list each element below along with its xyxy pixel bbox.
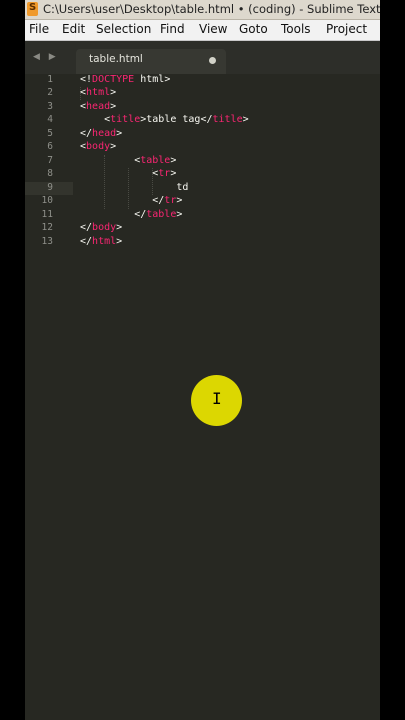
code-line: </html>	[80, 236, 123, 247]
menu-project[interactable]: Project	[326, 22, 367, 36]
code-line: <table>	[134, 155, 177, 166]
tab-bar: ◀ ▶ table.html	[25, 41, 380, 74]
text-ibeam-icon: I	[212, 389, 222, 408]
code-line: <title>table tag</title>	[104, 114, 249, 125]
code-line: </body>	[80, 222, 123, 233]
menu-edit[interactable]: Edit	[62, 22, 85, 36]
menu-bar: File Edit Selection Find View Goto Tools…	[25, 20, 380, 41]
line-number: 13	[41, 236, 53, 247]
line-number: 4	[47, 114, 53, 125]
line-number: 9	[47, 182, 53, 193]
line-number: 6	[47, 141, 53, 152]
code-line: </tr>	[152, 195, 183, 206]
code-line: </head>	[80, 128, 123, 139]
sublime-text-icon	[27, 2, 38, 16]
tab-label: table.html	[89, 53, 143, 65]
line-number: 5	[47, 128, 53, 139]
line-number: 7	[47, 155, 53, 166]
tab-table-html[interactable]: table.html	[76, 49, 226, 74]
line-number: 3	[47, 101, 53, 112]
line-number: 1	[47, 74, 53, 85]
unsaved-dot-icon[interactable]	[209, 57, 216, 64]
line-number: 2	[47, 87, 53, 98]
code-line: </table>	[134, 209, 183, 220]
code-line: <tr>	[152, 168, 177, 179]
code-line: td	[80, 182, 189, 193]
line-number: 11	[41, 209, 53, 220]
window-title: C:\Users\user\Desktop\table.html • (codi…	[43, 2, 380, 16]
code-line: <body>	[80, 141, 117, 152]
menu-goto[interactable]: Goto	[239, 22, 268, 36]
code-line: <html>	[80, 87, 117, 98]
menu-file[interactable]: File	[29, 22, 49, 36]
code-line: <!DOCTYPE html>	[80, 74, 171, 85]
title-bar[interactable]: C:\Users\user\Desktop\table.html • (codi…	[25, 0, 380, 20]
line-number: 12	[41, 222, 53, 233]
line-number: 8	[47, 168, 53, 179]
menu-tools[interactable]: Tools	[281, 22, 311, 36]
tab-scroll-arrows-icon[interactable]: ◀ ▶	[33, 52, 59, 62]
menu-view[interactable]: View	[199, 22, 227, 36]
menu-find[interactable]: Find	[160, 22, 185, 36]
code-line: <head>	[80, 101, 117, 112]
line-number: 10	[41, 195, 53, 206]
editor-window: C:\Users\user\Desktop\table.html • (codi…	[25, 0, 380, 720]
menu-selection[interactable]: Selection	[96, 22, 151, 36]
